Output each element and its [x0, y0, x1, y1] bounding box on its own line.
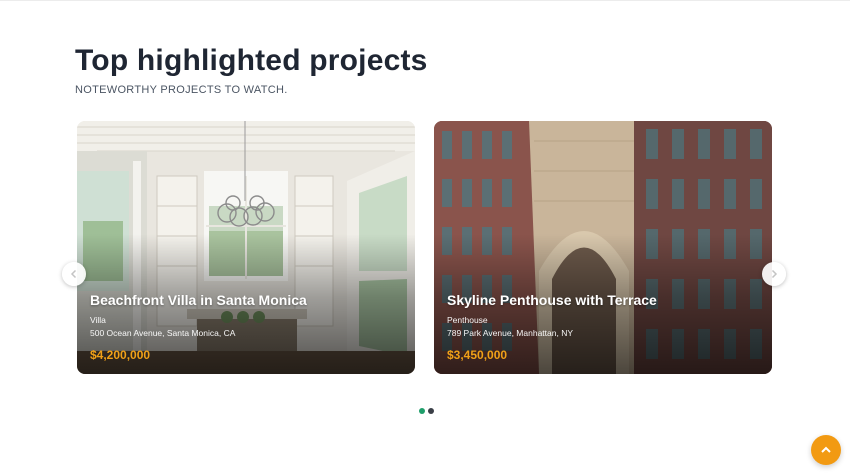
project-card-beachfront-villa[interactable]: Beachfront Villa in Santa Monica Villa 5…: [77, 121, 415, 374]
project-info: Skyline Penthouse with Terrace Penthouse…: [447, 291, 759, 362]
back-to-top-button[interactable]: [811, 435, 841, 465]
project-title[interactable]: Skyline Penthouse with Terrace: [447, 291, 759, 309]
section-subtitle: NOTEWORTHY PROJECTS TO WATCH.: [75, 84, 288, 96]
project-info: Beachfront Villa in Santa Monica Villa 5…: [90, 291, 402, 362]
pagination-dot-1[interactable]: [419, 408, 425, 414]
pagination-dot-2[interactable]: [428, 408, 434, 414]
section-title: Top highlighted projects: [75, 44, 428, 77]
project-price: $3,450,000: [447, 348, 508, 362]
carousel-pagination: [419, 408, 434, 414]
chevron-up-icon: [821, 446, 831, 453]
project-card-skyline-penthouse[interactable]: Skyline Penthouse with Terrace Penthouse…: [434, 121, 772, 374]
carousel-next-button[interactable]: [762, 262, 786, 286]
chevron-right-icon: [771, 269, 778, 279]
project-address: 789 Park Avenue, Manhattan, NY: [447, 328, 574, 338]
project-price: $4,200,000: [90, 348, 151, 362]
project-title[interactable]: Beachfront Villa in Santa Monica: [90, 291, 402, 309]
project-type: Villa: [90, 315, 106, 325]
project-address: 500 Ocean Avenue, Santa Monica, CA: [90, 328, 236, 338]
chevron-left-icon: [70, 269, 77, 279]
top-divider: [0, 0, 850, 1]
carousel-prev-button[interactable]: [62, 262, 86, 286]
project-type: Penthouse: [447, 315, 488, 325]
